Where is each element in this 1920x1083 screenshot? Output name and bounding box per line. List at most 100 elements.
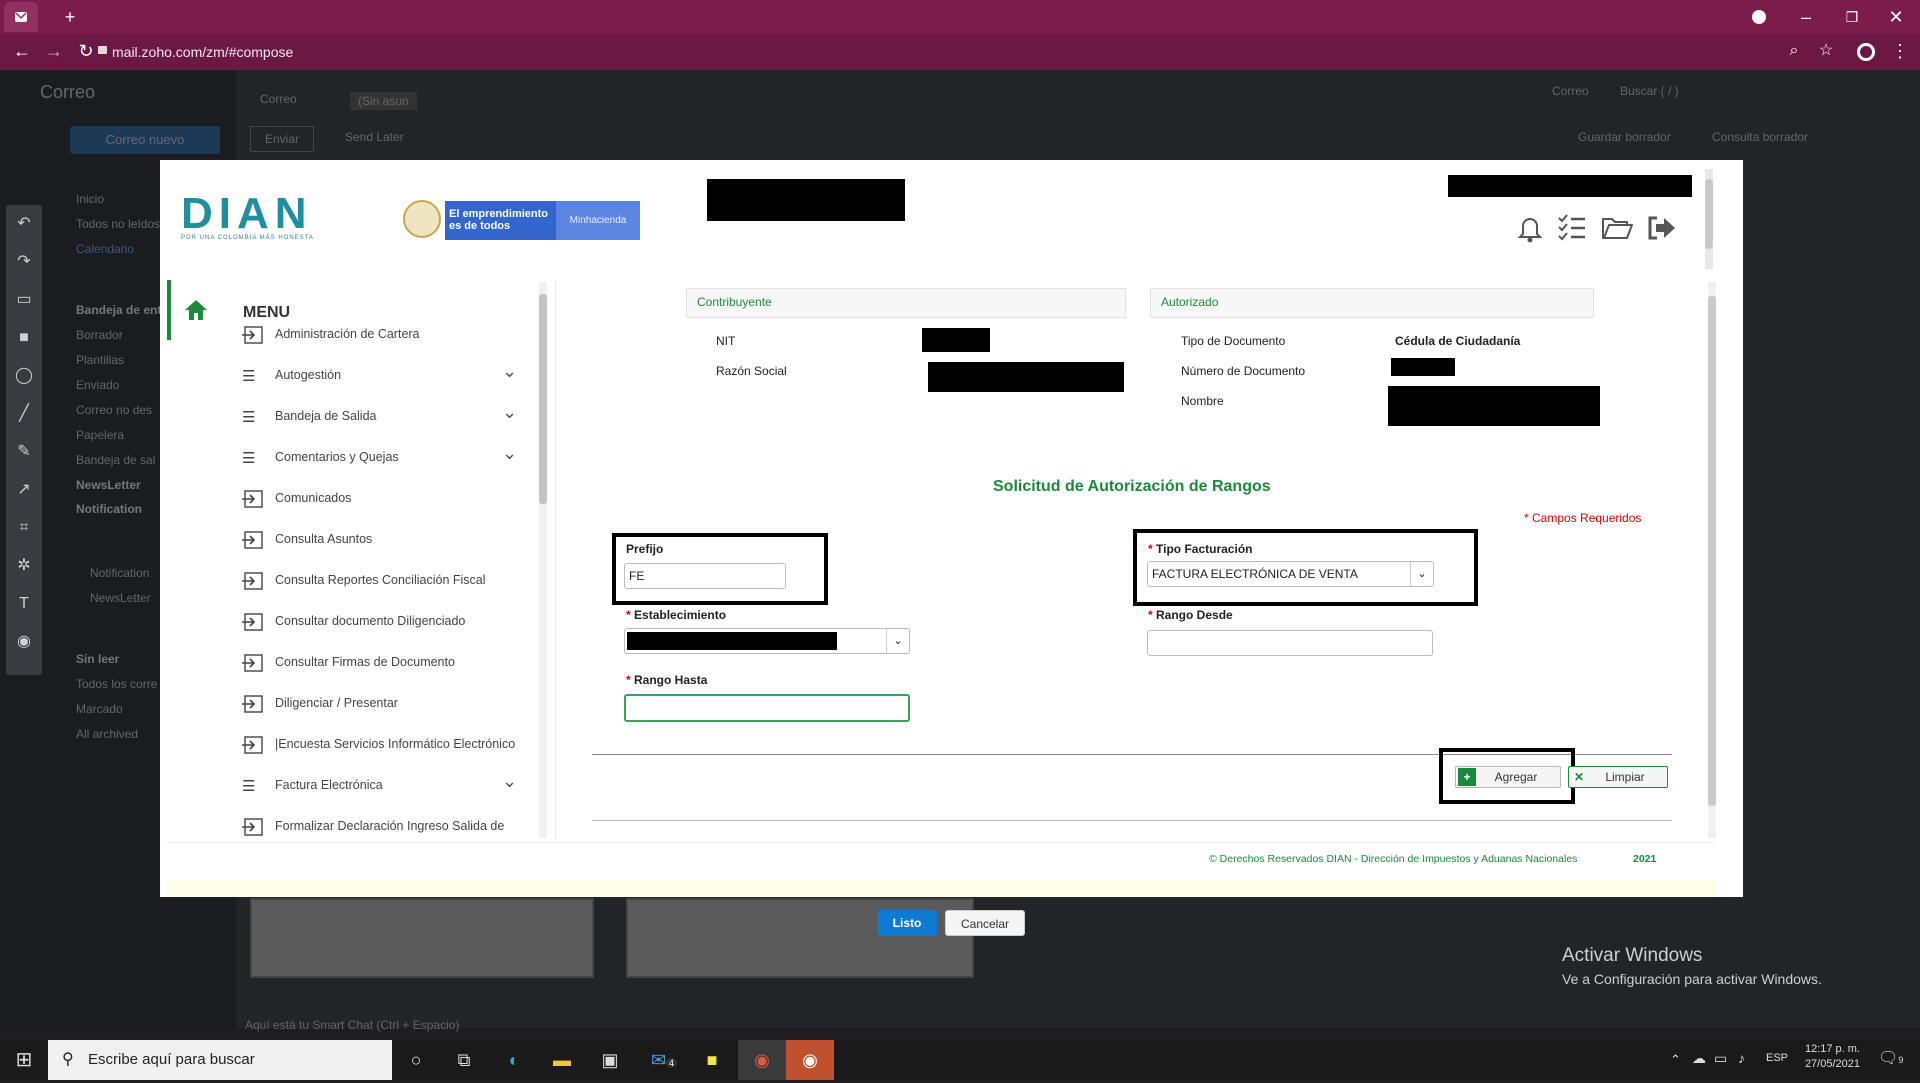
blur-icon[interactable]: ✲ bbox=[6, 547, 42, 585]
menu-item[interactable]: ☰ Autogestión ⌄ bbox=[167, 361, 533, 389]
mail-app-icon[interactable]: ✉ 4 bbox=[640, 1040, 688, 1080]
ellipse-icon[interactable]: ◯ bbox=[6, 357, 42, 395]
zoho-tab-correo[interactable]: Correo bbox=[260, 92, 297, 106]
menu-item[interactable]: Administración de Cartera bbox=[167, 324, 533, 348]
taskbar-search[interactable]: ⚲ Escribe aquí para buscar bbox=[48, 1040, 392, 1080]
zoho-folder-5[interactable]: Plantillas bbox=[76, 353, 124, 367]
zoho-send-button[interactable]: Enviar bbox=[250, 126, 314, 152]
zoho-search-scope[interactable]: Correo bbox=[1552, 84, 1589, 98]
menu-item[interactable]: |Encuesta Servicios Informático Electrón… bbox=[167, 734, 533, 758]
zoho-folder-10[interactable]: NewsLetter bbox=[76, 478, 141, 492]
restore-button[interactable]: ❐ bbox=[1832, 0, 1872, 34]
zoho-folder-2[interactable]: Calendario bbox=[76, 242, 134, 256]
establecimiento-select[interactable]: ⌄ bbox=[624, 628, 910, 654]
zoho-folder-3[interactable]: Bandeja de ent bbox=[76, 303, 161, 317]
zoho-view-2[interactable]: Marcado bbox=[76, 702, 123, 716]
minimize-button[interactable]: – bbox=[1786, 0, 1826, 34]
edge-icon[interactable]: ◐ bbox=[490, 1040, 538, 1080]
contribuyente-panel: Contribuyente bbox=[686, 288, 1126, 318]
rango-hasta-input[interactable] bbox=[624, 694, 910, 722]
active-tab[interactable] bbox=[4, 2, 38, 32]
windows-start-icon[interactable]: ⊞ bbox=[0, 1040, 48, 1080]
text-icon[interactable]: T bbox=[6, 585, 42, 623]
content-scrollbar[interactable] bbox=[1708, 282, 1716, 838]
header-scrollbar[interactable] bbox=[1705, 169, 1713, 269]
menu-kebab-icon[interactable]: ⋮ bbox=[1880, 34, 1920, 68]
sticky-notes-icon[interactable]: ■ bbox=[688, 1040, 736, 1080]
zoho-save-draft[interactable]: Guardar borrador bbox=[1578, 130, 1671, 144]
zoho-folder-7[interactable]: Correo no des bbox=[76, 403, 152, 417]
zoho-send-later-button[interactable]: Send Later bbox=[345, 130, 404, 144]
menu-scrollbar[interactable] bbox=[539, 282, 547, 838]
pen-icon[interactable]: ✎ bbox=[6, 433, 42, 471]
volume-icon[interactable]: ♪ bbox=[1738, 1050, 1745, 1066]
zoho-new-mail-button[interactable]: Correo nuevo bbox=[70, 126, 220, 154]
menu-item[interactable]: Comunicados bbox=[167, 488, 533, 512]
task-list-icon[interactable] bbox=[1557, 213, 1587, 241]
done-button[interactable]: Listo bbox=[877, 910, 937, 936]
zoho-folder-9[interactable]: Bandeja de sal bbox=[76, 453, 155, 467]
zoho-view-3[interactable]: All archived bbox=[76, 727, 138, 741]
zoho-folder-4[interactable]: Borrador bbox=[76, 328, 123, 342]
file-explorer-icon[interactable]: ▬ bbox=[538, 1040, 586, 1080]
cancel-button[interactable]: Cancelar bbox=[945, 910, 1025, 936]
zoho-folder-8[interactable]: Papelera bbox=[76, 428, 124, 442]
logout-icon[interactable] bbox=[1647, 215, 1677, 241]
tray-chevron-icon[interactable]: ⌃ bbox=[1670, 1052, 1681, 1068]
prefijo-input[interactable]: FE bbox=[624, 563, 786, 589]
zoho-view-1[interactable]: Todos los corre bbox=[76, 677, 157, 691]
chrome-profile-icon[interactable]: ◉ bbox=[786, 1040, 834, 1080]
store-icon[interactable]: ▣ bbox=[586, 1040, 634, 1080]
zoho-tag-1[interactable]: NewsLetter bbox=[90, 591, 151, 605]
menu-item[interactable]: ☰ Factura Electrónica ⌄ bbox=[167, 771, 533, 799]
folder-open-icon[interactable] bbox=[1601, 215, 1633, 241]
menu-item[interactable]: ☰ Bandeja de Salida ⌄ bbox=[167, 402, 533, 430]
filled-rectangle-icon[interactable]: ■ bbox=[6, 319, 42, 357]
bell-icon[interactable] bbox=[1516, 213, 1544, 243]
attachment-thumbnail-1[interactable] bbox=[250, 898, 594, 978]
notification-center-icon[interactable]: 🗨9 bbox=[1878, 1048, 1903, 1068]
redo-icon[interactable]: ↷ bbox=[6, 243, 42, 281]
zoho-folder-1[interactable]: Todos no leídos bbox=[76, 217, 160, 231]
zoho-folder-0[interactable]: Inicio bbox=[76, 192, 104, 206]
bookmark-star-icon[interactable]: ☆ bbox=[1806, 34, 1846, 68]
rango-desde-input[interactable] bbox=[1147, 630, 1433, 656]
zoho-folder-6[interactable]: Enviado bbox=[76, 378, 119, 392]
zoho-tag-0[interactable]: Notification bbox=[90, 566, 149, 580]
menu-item[interactable]: Diligenciar / Presentar bbox=[167, 693, 533, 717]
line-icon[interactable]: ╱ bbox=[6, 395, 42, 433]
extension-icon[interactable] bbox=[1857, 43, 1875, 61]
zoho-folder-11[interactable]: Notification bbox=[76, 502, 142, 516]
profile-icon[interactable] bbox=[1752, 10, 1766, 24]
cortana-icon[interactable]: ○ bbox=[392, 1040, 440, 1080]
autorizado-panel: Autorizado bbox=[1150, 288, 1594, 318]
menu-item[interactable]: ☰ Comentarios y Quejas ⌄ bbox=[167, 443, 533, 471]
zoho-search-input[interactable]: Buscar ( / ) bbox=[1620, 84, 1679, 98]
tipo-facturacion-select[interactable]: FACTURA ELECTRÓNICA DE VENTA ⌄ bbox=[1147, 561, 1434, 587]
close-window-button[interactable]: ✕ bbox=[1876, 0, 1916, 34]
rectangle-icon[interactable]: ▭ bbox=[6, 281, 42, 319]
new-tab-button[interactable]: + bbox=[50, 0, 90, 34]
onedrive-icon[interactable]: ☁ bbox=[1692, 1050, 1706, 1067]
network-icon[interactable]: ▭ bbox=[1714, 1050, 1727, 1067]
menu-item[interactable]: Consulta Asuntos bbox=[167, 529, 533, 553]
menu-item[interactable]: Formalizar Declaración Ingreso Salida de bbox=[167, 816, 533, 840]
clock[interactable]: 12:17 p. m. 27/05/2021 bbox=[1800, 1043, 1860, 1070]
zoho-tab-compose[interactable]: (Sin asun bbox=[350, 92, 417, 110]
menu-item[interactable]: Consultar documento Diligenciado bbox=[167, 611, 533, 635]
gov-seal-icon bbox=[403, 200, 441, 238]
crop-icon[interactable]: ⌗ bbox=[6, 509, 42, 547]
menu-item[interactable]: Consultar Firmas de Documento bbox=[167, 652, 533, 676]
palette-icon[interactable]: ◉ bbox=[6, 623, 42, 661]
arrow-icon[interactable]: ↗ bbox=[6, 471, 42, 509]
agregar-button[interactable]: + Agregar bbox=[1455, 766, 1561, 788]
limpiar-button[interactable]: ✕ Limpiar bbox=[1568, 766, 1668, 788]
language-indicator[interactable]: ESP bbox=[1766, 1052, 1788, 1064]
home-icon[interactable] bbox=[183, 298, 209, 322]
chrome-icon[interactable]: ◉ bbox=[738, 1040, 786, 1080]
url-field[interactable]: mail.zoho.com/zm/#compose bbox=[112, 41, 293, 63]
undo-icon[interactable]: ↶ bbox=[6, 205, 42, 243]
menu-item[interactable]: Consulta Reportes Conciliación Fiscal bbox=[167, 570, 533, 594]
zoho-view-0[interactable]: Sin leer bbox=[76, 652, 119, 666]
task-view-icon[interactable]: ⧉ bbox=[440, 1040, 488, 1080]
